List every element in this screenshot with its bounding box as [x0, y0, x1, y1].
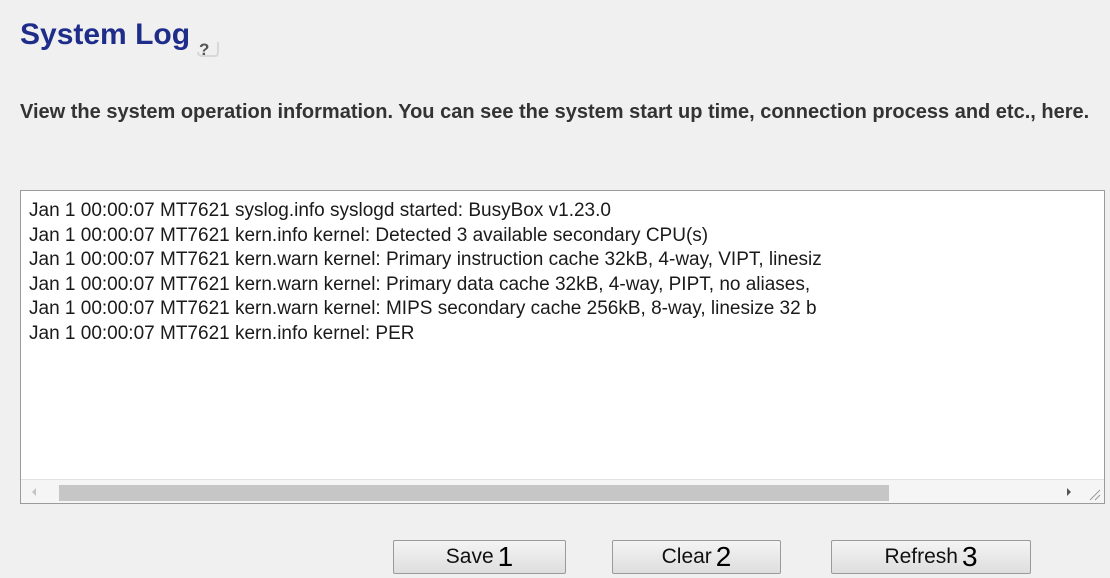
resize-grip-icon[interactable] [1082, 479, 1104, 503]
log-line: Jan 1 00:00:07 MT7621 kern.warn kernel: … [29, 249, 822, 271]
refresh-button-label: Refresh [884, 545, 958, 568]
save-button-label: Save [445, 545, 494, 568]
svg-text:?: ? [199, 40, 209, 58]
horizontal-scrollbar[interactable] [21, 479, 1082, 503]
page-title-text: System Log [20, 18, 191, 51]
scroll-right-arrow-icon[interactable] [1060, 480, 1078, 504]
log-content: Jan 1 00:00:07 MT7621 syslog.info syslog… [29, 199, 1098, 473]
scrollbar-thumb[interactable] [59, 485, 889, 501]
help-icon[interactable]: ? [194, 32, 220, 59]
clear-button-badge: 2 [715, 541, 732, 572]
clear-button[interactable]: Clear 2 [612, 540, 781, 574]
log-line: Jan 1 00:00:07 MT7621 kern.warn kernel: … [29, 273, 811, 295]
log-line: Jan 1 00:00:07 MT7621 syslog.info syslog… [29, 200, 611, 221]
clear-button-label: Clear [661, 545, 712, 568]
refresh-button-badge: 3 [961, 541, 978, 572]
page-description: View the system operation information. Y… [20, 101, 1090, 123]
save-button[interactable]: Save 1 [393, 540, 566, 574]
log-line: Jan 1 00:00:07 MT7621 kern.info kernel: … [29, 224, 709, 246]
log-line: Jan 1 00:00:07 MT7621 kern.info kernel: … [29, 322, 415, 344]
log-line: Jan 1 00:00:07 MT7621 kern.warn kernel: … [29, 298, 817, 320]
save-button-badge: 1 [497, 541, 514, 572]
refresh-button[interactable]: Refresh 3 [831, 540, 1031, 574]
system-log-textarea[interactable]: Jan 1 00:00:07 MT7621 syslog.info syslog… [20, 190, 1105, 504]
scroll-left-arrow-icon[interactable] [25, 480, 43, 504]
page-title: System Log ? [20, 18, 220, 59]
